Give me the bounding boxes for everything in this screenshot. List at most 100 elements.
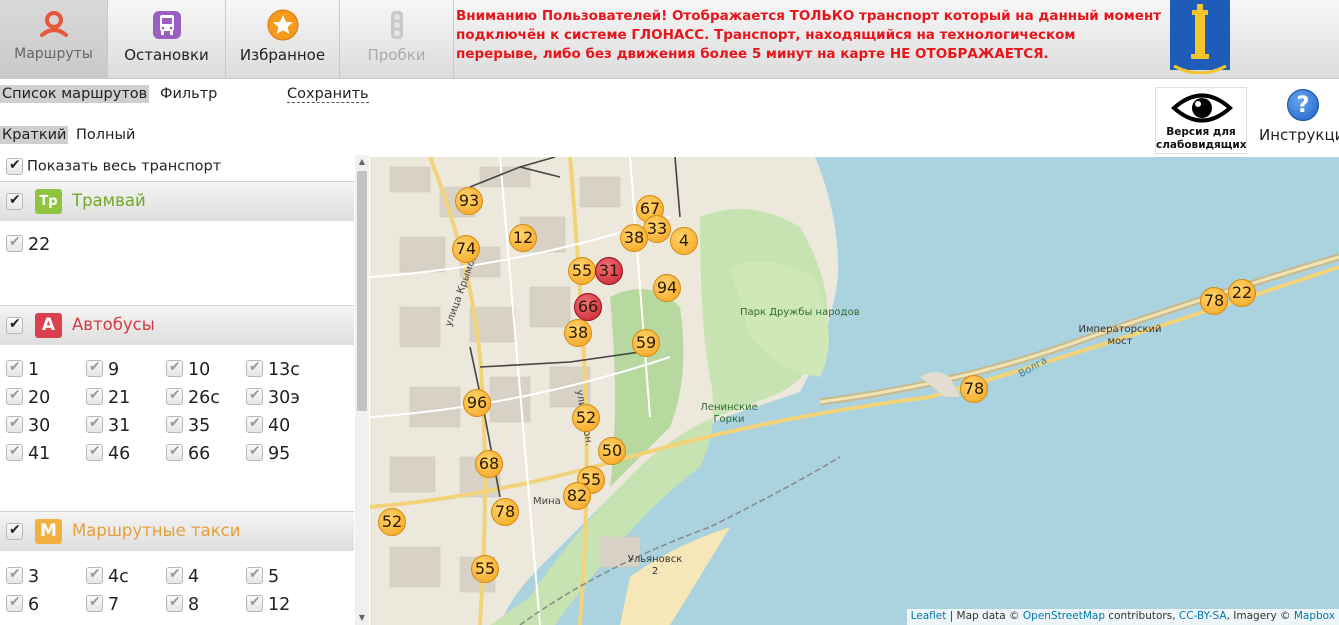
vehicle-marker[interactable]: 52 bbox=[572, 404, 600, 432]
vehicle-marker[interactable]: 78 bbox=[960, 375, 988, 403]
vehicle-marker[interactable]: 12 bbox=[509, 224, 537, 252]
instructions-button[interactable]: ? Инструкция bbox=[1259, 89, 1339, 149]
route-checkbox[interactable] bbox=[246, 566, 263, 584]
vehicle-marker[interactable]: 82 bbox=[563, 482, 591, 510]
show-all-checkbox[interactable] bbox=[6, 157, 23, 175]
route-option-taxi[interactable]: 5 bbox=[246, 566, 279, 587]
route-checkbox[interactable] bbox=[86, 415, 103, 433]
route-checkbox[interactable] bbox=[6, 359, 23, 377]
group-tram-checkbox[interactable] bbox=[6, 192, 23, 210]
vehicle-marker[interactable]: 94 bbox=[653, 274, 681, 302]
scroll-up-arrow-icon[interactable]: ▲ bbox=[355, 155, 369, 169]
route-checkbox[interactable] bbox=[6, 566, 23, 584]
route-option-taxi[interactable]: 7 bbox=[86, 594, 119, 615]
leaflet-link[interactable]: Leaflet bbox=[911, 610, 947, 622]
route-checkbox[interactable] bbox=[166, 594, 183, 612]
route-checkbox[interactable] bbox=[246, 387, 263, 405]
vehicle-marker[interactable]: 68 bbox=[475, 450, 503, 478]
scroll-thumb[interactable] bbox=[357, 171, 367, 411]
route-checkbox[interactable] bbox=[166, 443, 183, 461]
scroll-down-arrow-icon[interactable]: ▼ bbox=[355, 611, 369, 625]
group-taxi-checkbox[interactable] bbox=[6, 522, 23, 540]
vehicle-marker[interactable]: 38 bbox=[564, 319, 592, 347]
route-checkbox[interactable] bbox=[6, 594, 23, 612]
tab-route-list[interactable]: Список маршрутов bbox=[0, 85, 150, 103]
route-checkbox[interactable] bbox=[86, 387, 103, 405]
group-taxi-header[interactable]: М Маршрутные такси bbox=[0, 511, 354, 551]
route-checkbox[interactable] bbox=[166, 566, 183, 584]
route-checkbox[interactable] bbox=[86, 594, 103, 612]
save-link[interactable]: Сохранить bbox=[287, 86, 369, 103]
route-option-taxi[interactable]: 4 bbox=[166, 566, 199, 587]
route-option-bus[interactable]: 20 bbox=[6, 387, 50, 408]
mapbox-link[interactable]: Mapbox bbox=[1294, 610, 1335, 622]
vehicle-marker[interactable]: 78 bbox=[1200, 287, 1228, 315]
group-tram-header[interactable]: Тр Трамвай bbox=[0, 181, 354, 221]
low-vision-version-button[interactable]: Версия для слабовидящих bbox=[1155, 87, 1247, 154]
route-option-taxi[interactable]: 3 bbox=[6, 566, 39, 587]
route-option-taxi[interactable]: 8 bbox=[166, 594, 199, 615]
route-checkbox[interactable] bbox=[246, 443, 263, 461]
nav-routes-button[interactable]: Маршруты bbox=[0, 0, 108, 78]
vehicle-marker[interactable]: 78 bbox=[491, 498, 519, 526]
vehicle-marker[interactable]: 50 bbox=[598, 437, 626, 465]
vehicle-marker[interactable]: 93 bbox=[455, 187, 483, 215]
panel-scrollbar[interactable]: ▲ ▼ bbox=[355, 155, 369, 625]
route-option-bus[interactable]: 31 bbox=[86, 415, 130, 436]
vehicle-marker[interactable]: 38 bbox=[620, 224, 648, 252]
route-checkbox[interactable] bbox=[6, 415, 23, 433]
cc-link[interactable]: CC-BY-SA bbox=[1179, 610, 1227, 622]
vehicle-marker[interactable]: 22 bbox=[1228, 279, 1256, 307]
route-option-taxi[interactable]: 4с bbox=[86, 566, 129, 587]
route-checkbox[interactable] bbox=[6, 387, 23, 405]
route-checkbox[interactable] bbox=[6, 443, 23, 461]
vehicle-marker[interactable]: 55 bbox=[471, 555, 499, 583]
vehicle-marker[interactable]: 55 bbox=[568, 257, 596, 285]
route-option-bus[interactable]: 66 bbox=[166, 443, 210, 464]
route-option-taxi[interactable]: 12 bbox=[246, 594, 290, 615]
route-option-bus[interactable]: 9 bbox=[86, 359, 119, 380]
vehicle-marker[interactable]: 59 bbox=[632, 329, 660, 357]
route-option-bus[interactable]: 26с bbox=[166, 387, 220, 408]
tab-filter[interactable]: Фильтр bbox=[160, 86, 217, 102]
route-option-tram[interactable]: 22 bbox=[6, 234, 50, 255]
vehicle-marker[interactable]: 31 bbox=[595, 257, 623, 285]
group-bus-header[interactable]: А Автобусы bbox=[0, 305, 354, 345]
route-option-bus[interactable]: 30 bbox=[6, 415, 50, 436]
route-checkbox[interactable] bbox=[166, 359, 183, 377]
nav-traffic-button[interactable]: Пробки bbox=[340, 0, 454, 78]
route-option-bus[interactable]: 41 bbox=[6, 443, 50, 464]
vehicle-marker[interactable]: 74 bbox=[452, 235, 480, 263]
vehicle-marker[interactable]: 96 bbox=[463, 389, 491, 417]
nav-stops-button[interactable]: Остановки bbox=[108, 0, 226, 78]
route-checkbox[interactable] bbox=[166, 387, 183, 405]
route-option-taxi[interactable]: 6 bbox=[6, 594, 39, 615]
route-option-bus[interactable]: 95 bbox=[246, 443, 290, 464]
nav-favorites-button[interactable]: Избранное bbox=[226, 0, 340, 78]
mode-full-toggle[interactable]: Полный bbox=[76, 127, 135, 143]
group-bus-checkbox[interactable] bbox=[6, 316, 23, 334]
show-all-transport-option[interactable]: Показать весь транспорт bbox=[6, 157, 221, 175]
route-option-bus[interactable]: 40 bbox=[246, 415, 290, 436]
route-checkbox[interactable] bbox=[246, 594, 263, 612]
route-option-bus[interactable]: 21 bbox=[86, 387, 130, 408]
mode-short-toggle[interactable]: Краткий bbox=[0, 126, 69, 144]
route-option-bus[interactable]: 35 bbox=[166, 415, 210, 436]
route-option-bus[interactable]: 46 bbox=[86, 443, 130, 464]
vehicle-marker[interactable]: 52 bbox=[378, 508, 406, 536]
route-checkbox[interactable] bbox=[246, 415, 263, 433]
route-option-bus[interactable]: 13с bbox=[246, 359, 300, 380]
route-checkbox[interactable] bbox=[6, 234, 23, 252]
map-view[interactable]: Парк Дружбы народов Императорский мост В… bbox=[370, 157, 1339, 625]
osm-link[interactable]: OpenStreetMap bbox=[1023, 610, 1105, 622]
route-checkbox[interactable] bbox=[86, 359, 103, 377]
route-checkbox[interactable] bbox=[246, 359, 263, 377]
vehicle-marker[interactable]: 66 bbox=[574, 293, 602, 321]
route-option-bus[interactable]: 30э bbox=[246, 387, 300, 408]
route-checkbox[interactable] bbox=[166, 415, 183, 433]
route-checkbox[interactable] bbox=[86, 566, 103, 584]
route-option-bus[interactable]: 10 bbox=[166, 359, 210, 380]
route-checkbox[interactable] bbox=[86, 443, 103, 461]
route-option-bus[interactable]: 1 bbox=[6, 359, 39, 380]
vehicle-marker[interactable]: 4 bbox=[670, 227, 698, 255]
